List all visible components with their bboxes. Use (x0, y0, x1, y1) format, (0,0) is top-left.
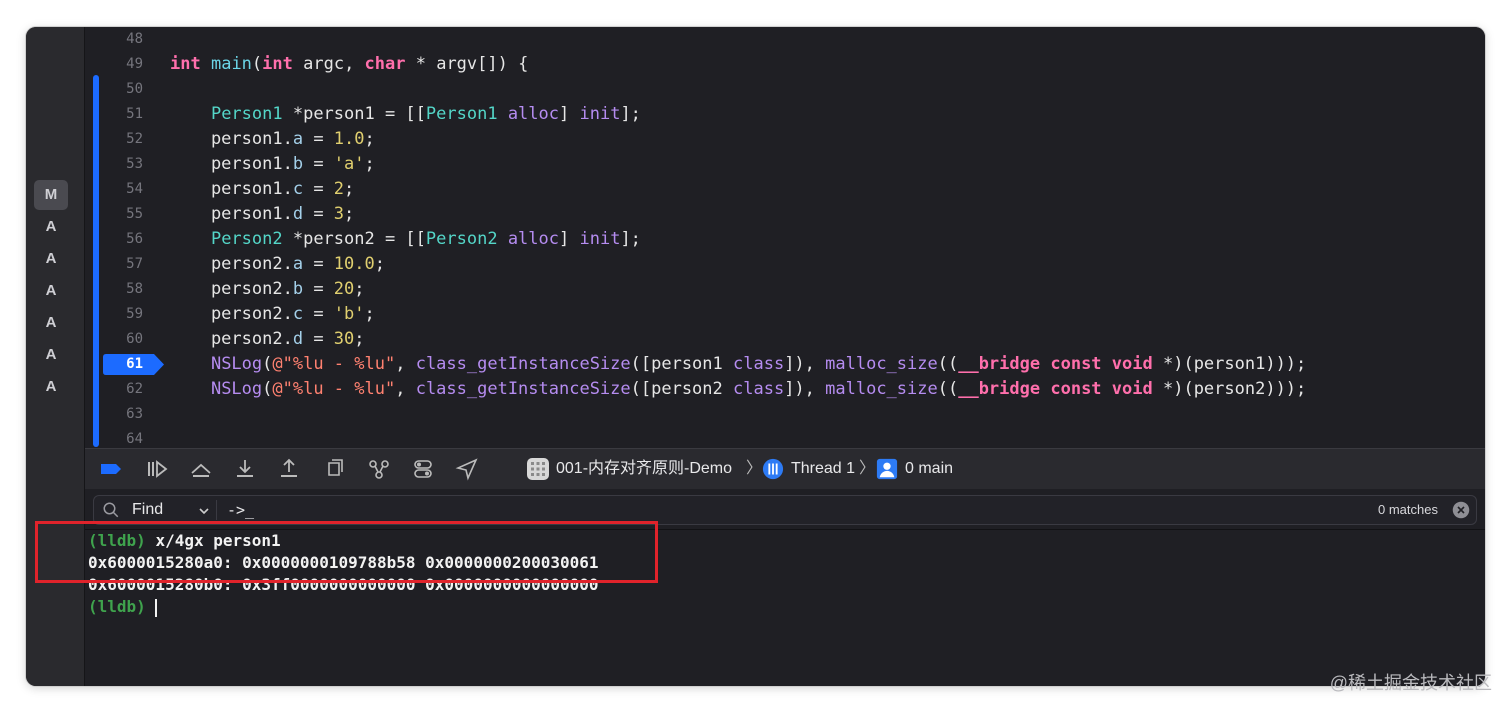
code-line[interactable]: 51 Person1 *person1 = [[Person1 alloc] i… (85, 102, 1485, 127)
scm-status-added[interactable]: A (34, 212, 68, 242)
line-number: 56 (126, 231, 143, 247)
line-number: 60 (126, 331, 143, 347)
scm-status-added[interactable]: A (34, 340, 68, 370)
line-number: 52 (126, 131, 143, 147)
line-number: 57 (126, 256, 143, 272)
code-text: person1.a = 1.0; (170, 129, 375, 149)
continue-icon[interactable] (145, 457, 169, 481)
breadcrumb-thread[interactable]: Thread 1 (791, 449, 855, 489)
code-line[interactable]: 49 int main(int argc, char * argv[]) { (85, 52, 1485, 77)
search-icon (103, 502, 119, 518)
find-mode-selector[interactable]: Find (132, 496, 163, 524)
scm-status-added[interactable]: A (34, 308, 68, 338)
simulate-location-icon[interactable] (455, 457, 479, 481)
breadcrumb-target[interactable]: 001-内存对齐原则-Demo (556, 449, 732, 489)
line-number: 63 (126, 406, 143, 422)
code-text: int main(int argc, char * argv[]) { (170, 54, 529, 74)
code-line[interactable]: 54 person1.c = 2; (85, 177, 1485, 202)
code-line[interactable]: 60 person2.d = 30; (85, 327, 1485, 352)
code-line[interactable]: 48 (85, 27, 1485, 52)
text-cursor (155, 598, 158, 617)
code-text: person1.d = 3; (170, 204, 355, 224)
line-number: 59 (126, 306, 143, 322)
memory-graph-icon[interactable] (367, 457, 391, 481)
thread-icon (762, 458, 784, 480)
source-control-status-column: MAAAAAA (26, 27, 85, 686)
app-target-icon (527, 458, 549, 480)
code-line[interactable]: 55 person1.d = 3; (85, 202, 1485, 227)
code-line[interactable]: 57 person2.a = 10.0; (85, 252, 1485, 277)
code-text: person2.b = 20; (170, 279, 365, 299)
line-number: 48 (126, 31, 143, 47)
line-number: 62 (126, 381, 143, 397)
chevron-right-icon: 〉 (746, 460, 763, 477)
breakpoints-toggle-icon[interactable] (99, 457, 123, 481)
code-text: person2.d = 30; (170, 329, 365, 349)
line-number: 51 (126, 106, 143, 122)
console-input-line[interactable]: (lldb) (88, 596, 158, 618)
code-text: person1.b = 'a'; (170, 154, 375, 174)
chevron-right-icon: 〉 (859, 460, 876, 477)
find-match-count: 0 matches (1378, 502, 1438, 517)
environment-overrides-icon[interactable] (411, 457, 435, 481)
scm-status-modified[interactable]: M (34, 180, 68, 210)
code-line[interactable]: 52 person1.a = 1.0; (85, 127, 1485, 152)
line-number: 54 (126, 181, 143, 197)
code-text: NSLog(@"%lu - %lu", class_getInstanceSiz… (210, 354, 1307, 374)
step-over-icon[interactable] (189, 457, 213, 481)
find-query-input[interactable]: ->_ (227, 496, 254, 524)
step-out-icon[interactable] (277, 457, 301, 481)
watermark: @稀土掘金技术社区 (1329, 673, 1492, 693)
code-text: NSLog(@"%lu - %lu", class_getInstanceSiz… (210, 379, 1307, 399)
line-number: 53 (126, 156, 143, 172)
code-line[interactable]: 56 Person2 *person2 = [[Person2 alloc] i… (85, 227, 1485, 252)
line-number: 55 (126, 206, 143, 222)
line-number: 50 (126, 81, 143, 97)
code-line[interactable]: 53 person1.b = 'a'; (85, 152, 1485, 177)
code-editor[interactable]: 48 49 int main(int argc, char * argv[]) { 5… (85, 27, 1485, 447)
code-text: Person1 *person1 = [[Person1 alloc] init… (210, 104, 641, 124)
clear-search-icon[interactable] (1452, 501, 1470, 519)
code-line[interactable]: 58 person2.b = 20; (85, 277, 1485, 302)
chevron-down-icon[interactable] (198, 505, 210, 517)
code-line[interactable]: 62 NSLog(@"%lu - %lu", class_getInstance… (85, 377, 1485, 402)
stack-frame-icon (876, 458, 898, 480)
code-line[interactable]: 61 NSLog(@"%lu - %lu", class_getInstance… (85, 352, 1485, 377)
debug-toolbar: 001-内存对齐原则-Demo 〉 Thread 1 〉 0 main (85, 448, 1485, 490)
code-text: person2.c = 'b'; (170, 304, 375, 324)
breadcrumb-frame[interactable]: 0 main (905, 449, 953, 489)
lldb-prompt: (lldb) (88, 597, 146, 616)
xcode-window: MAAAAAA 48 49 int main(int argc, char * ar… (26, 27, 1485, 686)
line-number: 61 (126, 356, 143, 372)
code-line[interactable]: 59 person2.c = 'b'; (85, 302, 1485, 327)
scm-status-added[interactable]: A (34, 372, 68, 402)
code-line[interactable]: 50 (85, 77, 1485, 102)
scm-status-added[interactable]: A (34, 244, 68, 274)
code-text: Person2 *person2 = [[Person2 alloc] init… (210, 229, 641, 249)
line-number: 58 (126, 281, 143, 297)
code-text: person1.c = 2; (170, 179, 355, 199)
view-hierarchy-icon[interactable] (323, 457, 347, 481)
memory-output-highlight (35, 521, 658, 583)
line-number: 49 (126, 56, 143, 72)
scm-status-added[interactable]: A (34, 276, 68, 306)
code-line[interactable]: 63 (85, 402, 1485, 427)
step-into-icon[interactable] (233, 457, 257, 481)
code-text: person2.a = 10.0; (170, 254, 385, 274)
find-divider (216, 500, 217, 520)
